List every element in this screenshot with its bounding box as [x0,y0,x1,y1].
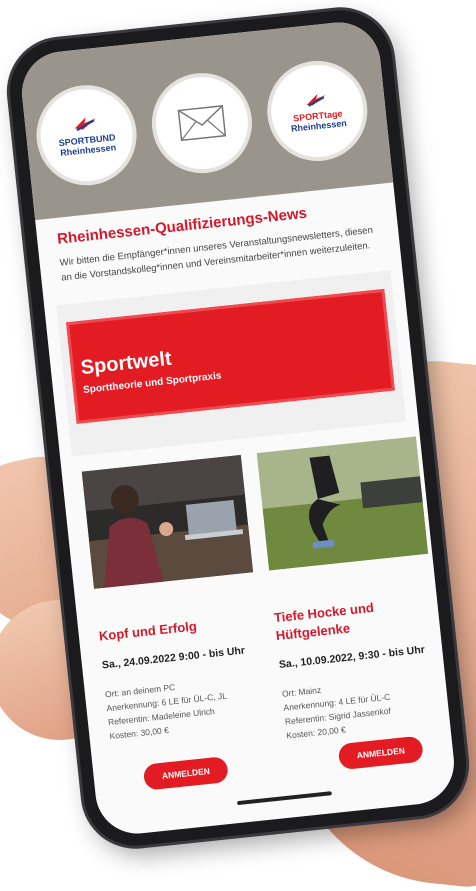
sportbund-mark-icon [74,117,96,132]
sportbund-logo[interactable]: SPORTBUND Rheinhessen [36,84,138,186]
mail-logo[interactable] [151,72,253,174]
phone-screen: SPORTBUND Rheinhessen SPORTtage Rheinhes… [17,18,459,838]
sporttage-logo[interactable]: SPORTtage Rheinhessen [266,60,368,162]
course-date: Sa., 10.09.2022, 9:30 - bis Uhr [278,643,426,671]
course-card-2: Tiefe Hocke und Hüftgelenke Sa., 10.09.2… [256,436,447,742]
course-title: Tiefe Hocke und Hüftgelenke [273,599,375,644]
register-button-2[interactable]: ANMELDEN [337,735,425,771]
course-title: Kopf und Erfolg [98,618,198,644]
course-image-squat[interactable] [256,436,429,571]
sporttage-mark-icon [306,93,326,107]
course-card-1: Kopf und Erfolg Sa., 24.09.2022 9:00 - b… [81,454,270,743]
course-image-laptop[interactable] [81,454,254,589]
envelope-icon [177,105,227,142]
newsletter-header: SPORTBUND Rheinhessen SPORTtage Rheinhes… [17,18,394,221]
course-date: Sa., 24.09.2022 9:00 - bis Uhr [101,644,246,672]
home-indicator [236,791,332,806]
register-button-1[interactable]: ANMELDEN [142,756,230,791]
banner-title: Sportwelt [79,347,173,380]
